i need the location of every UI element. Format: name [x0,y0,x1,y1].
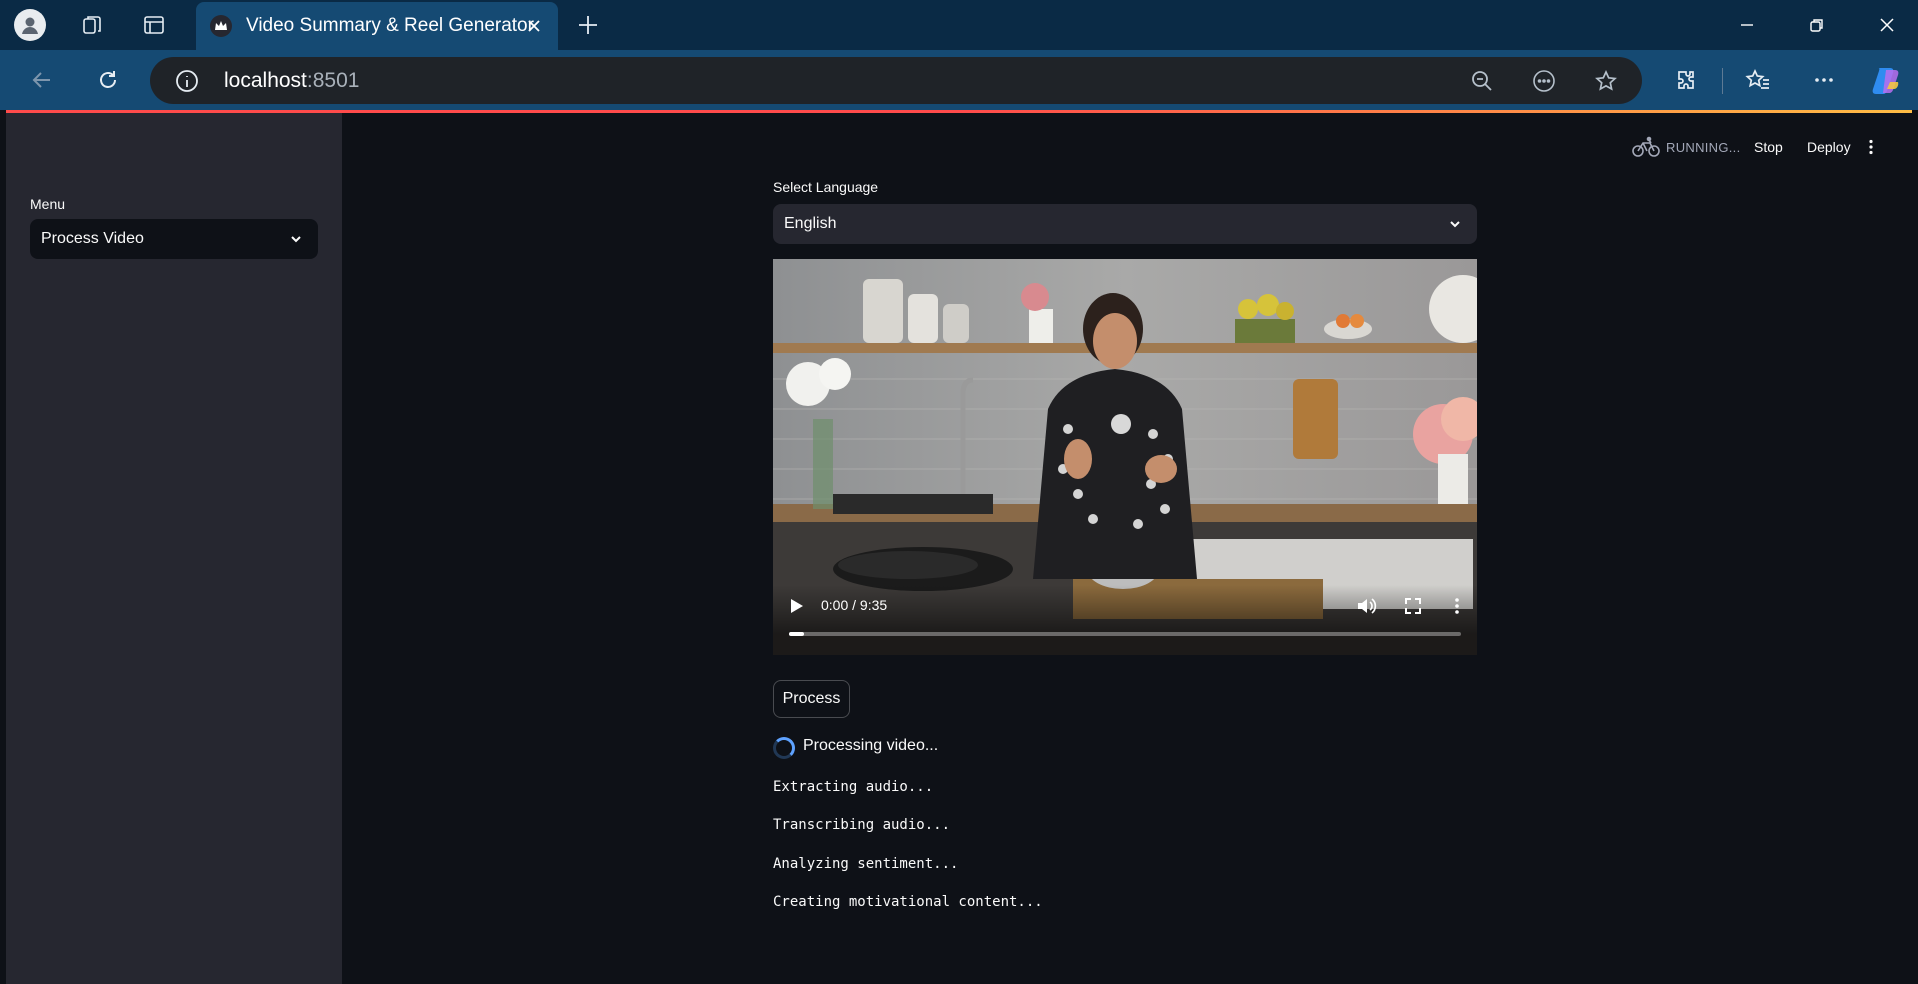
tab-active[interactable]: Video Summary & Reel Generator [196,2,558,50]
log-line: Transcribing audio... [773,817,951,833]
address-bar[interactable]: localhost:8501 [150,57,1642,104]
copilot-icon[interactable] [1870,64,1902,96]
collections-icon[interactable] [76,9,108,41]
favorites-icon[interactable] [1740,62,1776,98]
running-status: RUNNING... [1666,139,1741,155]
close-window-icon[interactable] [1852,0,1918,50]
address-url: localhost:8501 [224,69,359,93]
minimize-icon[interactable] [1712,0,1782,50]
address-host: localhost [224,69,307,92]
toolbar-separator [1722,68,1723,94]
read-aloud-icon[interactable] [1530,67,1558,95]
language-select[interactable]: English [773,204,1477,244]
spinner-text: Processing video... [803,737,939,754]
favorite-star-icon[interactable] [1592,67,1620,95]
running-bicycle-icon [1632,136,1662,158]
spinner-icon [773,737,795,759]
video-progress-bar[interactable] [789,632,1461,636]
video-player[interactable]: 0:00 / 9:35 [773,259,1477,655]
more-options-icon[interactable] [1806,62,1842,98]
chevron-down-icon [291,236,301,243]
restore-icon[interactable] [1782,0,1852,50]
volume-icon[interactable] [1355,595,1377,617]
browser-toolbar: localhost:8501 [0,50,1918,110]
language-select-value: English [784,215,837,232]
zoom-out-icon[interactable] [1468,67,1496,95]
browser-tab-bar: Video Summary & Reel Generator [0,0,1918,50]
refresh-icon[interactable] [90,62,126,98]
streamlit-crown-icon [210,15,232,37]
menu-select[interactable]: Process Video [30,219,318,259]
log-line: Analyzing sentiment... [773,856,959,872]
language-label: Select Language [773,179,879,195]
site-info-icon[interactable] [174,68,200,94]
process-button[interactable]: Process [773,680,850,718]
chevron-down-icon [1450,221,1460,228]
extensions-icon[interactable] [1668,62,1704,98]
video-progress-fill [789,632,804,636]
tab-close-icon[interactable] [522,14,546,38]
fullscreen-icon[interactable] [1403,596,1423,616]
play-icon[interactable] [785,595,807,617]
main-menu-icon[interactable] [1868,136,1884,158]
profile-avatar-icon[interactable] [14,9,46,41]
address-port: :8501 [306,69,360,92]
menu-label: Menu [30,196,66,212]
log-line: Extracting audio... [773,779,934,795]
new-tab-plus-icon[interactable] [572,9,604,41]
log-line: Creating motivational content... [773,894,1043,910]
tab-title: Video Summary & Reel Generator [246,15,534,36]
video-time: 0:00 / 9:35 [821,597,888,613]
tab-actions-icon[interactable] [138,9,170,41]
back-arrow-icon[interactable] [24,62,60,98]
stop-button[interactable]: Stop [1754,136,1783,158]
video-more-icon[interactable] [1447,596,1467,616]
deploy-button[interactable]: Deploy [1807,136,1851,158]
menu-select-value: Process Video [41,230,144,247]
